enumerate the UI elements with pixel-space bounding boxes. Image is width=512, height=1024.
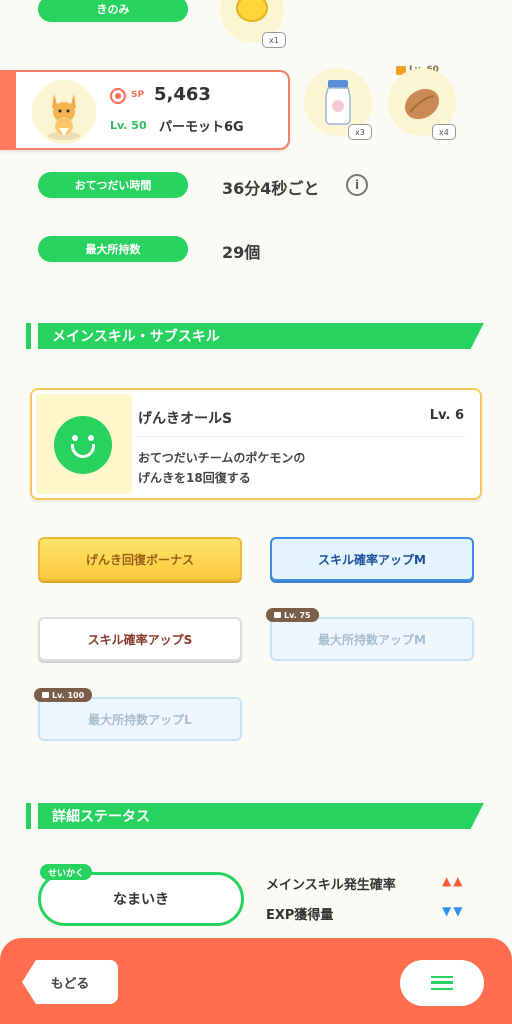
- lock-level-tag-100: Lv. 100: [34, 688, 93, 702]
- lock-level-tag-75: Lv. 75: [266, 608, 319, 622]
- main-skill-level: Lv. 6: [429, 408, 464, 423]
- help-time-label: おてつだい時間: [38, 172, 188, 198]
- skills-section-header: メインスキル・サブスキル: [26, 323, 484, 349]
- pokemon-card[interactable]: SP 5,463 Lv. 50 パーモット6G: [0, 70, 290, 150]
- card-accent-bar: [0, 70, 16, 150]
- lock-icon: [274, 612, 281, 618]
- berry-label: きのみ: [38, 0, 188, 22]
- pokemon-name: パーモット6G: [159, 120, 244, 135]
- sub-skill-energy-bonus[interactable]: げんき回復ボーナス: [38, 537, 242, 581]
- sub-skill-skill-trigger-m[interactable]: スキル確率アップM: [270, 537, 474, 581]
- up-arrows-icon: ▲▲: [442, 874, 465, 888]
- details-section-header: 詳細ステータス: [26, 803, 484, 829]
- help-time-value: 36分4秒ごと: [222, 179, 320, 198]
- lock-icon: [42, 692, 49, 698]
- details-section-title: 詳細ステータス: [38, 803, 484, 829]
- main-skill-name: げんきオールS: [138, 411, 233, 427]
- nature-down-stat: EXP獲得量: [266, 908, 334, 923]
- main-skill-card[interactable]: げんきオールS Lv. 6 おてつだいチームのポケモンの げんきを18回復する: [30, 388, 482, 500]
- pokemon-detail-screen: きのみ x1 SP 5,463 Lv. 50 パーモット6G x3 x4 おてつ…: [0, 0, 512, 1024]
- main-skill-description: おてつだいチームのポケモンの げんきを18回復する: [138, 451, 306, 485]
- nature-tag: せいかく: [40, 864, 93, 880]
- max-carry-label: 最大所持数: [38, 236, 188, 262]
- energy-smile-icon: [54, 416, 112, 474]
- nature-up-stat: メインスキル発生確率: [266, 878, 396, 893]
- skill-icon-panel: [36, 394, 132, 494]
- sub-skill-inventory-l-locked[interactable]: 最大所持数アップL: [38, 697, 242, 741]
- sp-ball-icon: [110, 88, 126, 104]
- pokemon-level: Lv. 50: [110, 119, 147, 132]
- milk-count-badge: x3: [348, 124, 372, 140]
- pokemon-avatar: [32, 80, 96, 144]
- hamburger-menu-icon: [431, 976, 453, 990]
- info-icon[interactable]: i: [346, 174, 368, 196]
- menu-button[interactable]: [400, 960, 484, 1006]
- berry-count-badge: x1: [262, 32, 286, 48]
- down-arrows-icon: ▼▼: [442, 904, 465, 918]
- sp-value: 5,463: [154, 84, 211, 105]
- bottom-nav-bar: もどる: [0, 938, 512, 1024]
- pawmot-sprite-icon: [48, 94, 80, 140]
- max-carry-value: 29個: [222, 243, 261, 262]
- nature-box[interactable]: なまいき: [38, 872, 244, 926]
- sub-skill-skill-trigger-s[interactable]: スキル確率アップS: [38, 617, 242, 661]
- skills-section-title: メインスキル・サブスキル: [38, 323, 484, 349]
- cacao-count-badge: x4: [432, 124, 456, 140]
- sub-skill-inventory-m-locked[interactable]: 最大所持数アップM: [270, 617, 474, 661]
- skill-divider: [138, 436, 466, 437]
- back-button[interactable]: もどる: [22, 960, 118, 1004]
- sp-label: SP: [131, 90, 145, 100]
